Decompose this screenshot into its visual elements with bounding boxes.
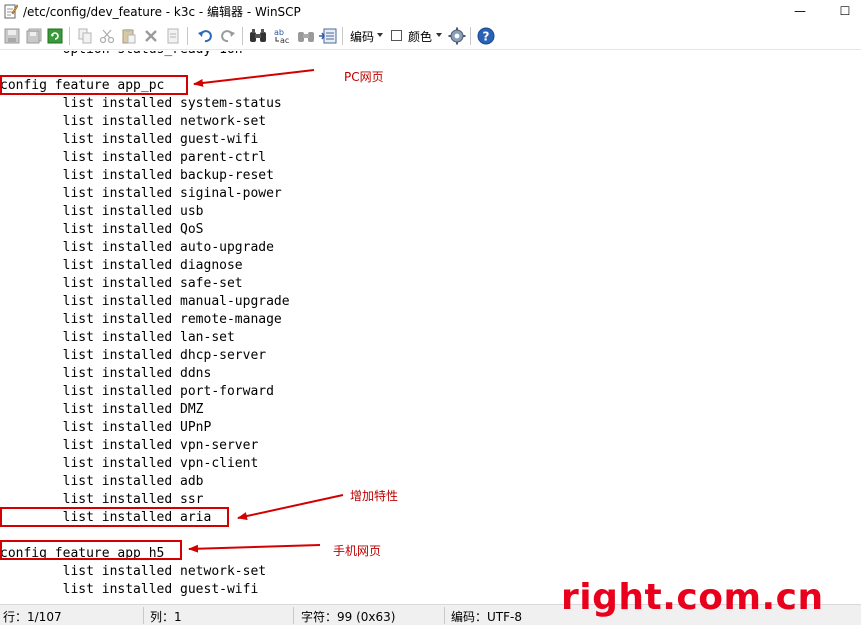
help-icon[interactable]: ? [476,26,496,46]
goto-line-icon[interactable] [318,26,338,46]
settings-icon[interactable] [447,26,467,46]
redo-icon[interactable] [218,26,238,46]
toolbar-divider [242,27,243,45]
toolbar-divider [187,27,188,45]
annotation-arrows [188,69,344,553]
save-all-icon[interactable] [24,26,44,46]
maximize-button[interactable]: ☐ [830,0,860,22]
arrow-to-aria [237,494,344,520]
svg-text:?: ? [483,30,490,44]
svg-text:ac: ac [280,36,289,45]
replace-icon[interactable]: ab ac [272,26,292,46]
status-divider [444,607,445,624]
title-bar: /etc/config/dev_feature - k3c - 编辑器 - Wi… [0,0,861,22]
undo-icon[interactable] [195,26,215,46]
arrow-to-app-h5 [188,544,321,553]
find-icon[interactable] [248,26,268,46]
reload-icon[interactable] [45,26,65,46]
copy-icon[interactable] [75,26,95,46]
save-icon[interactable] [2,26,22,46]
window-title: /etc/config/dev_feature - k3c - 编辑器 - Wi… [23,5,301,19]
status-line: 行：1/107 [3,610,62,624]
annotation-mobile-page: 手机网页 [333,544,382,558]
delete-line-icon[interactable] [163,26,183,46]
color-menu-button[interactable]: 颜色 [408,28,432,45]
toolbar-divider [342,27,343,45]
status-char: 字符：99 (0x63) [301,610,396,624]
status-divider [293,607,294,624]
minimize-button[interactable]: — [785,0,815,22]
annotation-pc-page: PC网页 [344,70,384,84]
toolbar-divider [470,27,471,45]
annotation-added-feature: 增加特性 [350,489,399,503]
chevron-down-icon[interactable] [377,33,383,37]
delete-icon[interactable] [141,26,161,46]
status-divider [143,607,144,624]
paste-icon[interactable] [119,26,139,46]
chevron-down-icon[interactable] [436,33,442,37]
status-encoding: 编码：UTF-8 [451,610,522,624]
editor-toolbar: ab ac 编码 颜色 ? [0,23,861,50]
find-next-icon[interactable] [296,26,316,46]
text-editor[interactable]: option status_ready 1on config feature a… [0,51,861,603]
watermark-logo: right.com.cn [561,577,824,618]
cut-icon[interactable] [97,26,117,46]
toolbar-divider [69,27,70,45]
encoding-menu-button[interactable]: 编码 [350,28,374,45]
arrow-to-app-pc [193,69,315,87]
editor-app-icon [4,3,19,19]
color-checkbox[interactable] [391,30,402,41]
status-column: 列：1 [150,610,182,624]
